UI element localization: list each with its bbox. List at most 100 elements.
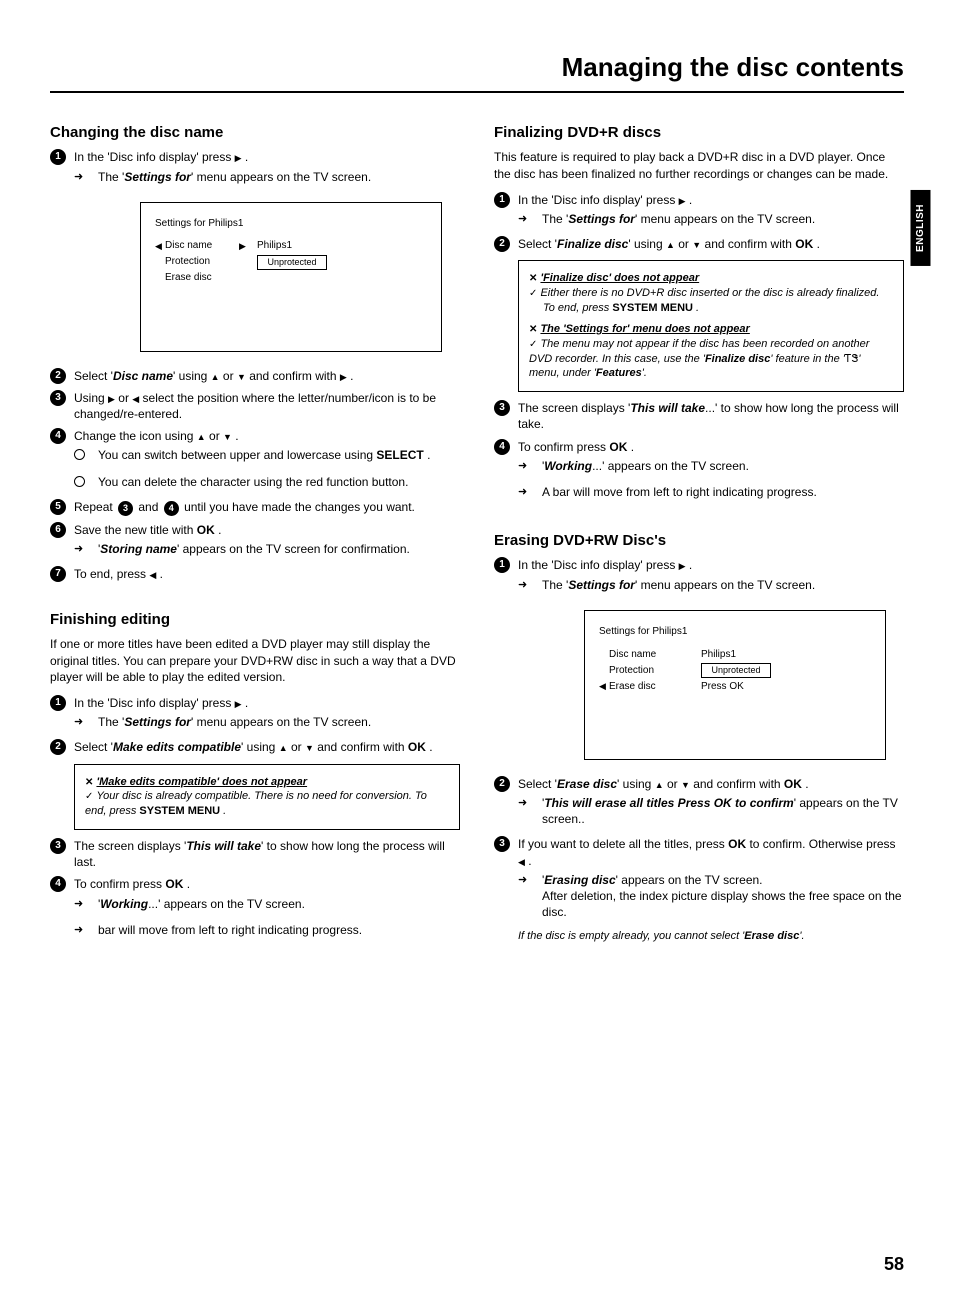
right-icon xyxy=(108,391,115,405)
right-icon xyxy=(679,193,686,207)
intro-text: This feature is required to play back a … xyxy=(494,149,904,181)
step-number-icon: 2 xyxy=(494,776,510,792)
x-icon xyxy=(529,272,537,284)
panel-key: Disc name xyxy=(165,239,239,253)
up-icon xyxy=(655,777,664,791)
text: 'Working...' appears on the TV screen. xyxy=(542,458,749,474)
panel-value: Philips1 xyxy=(257,239,292,253)
step-number-icon: 4 xyxy=(50,428,66,444)
left-column: Changing the disc name 1 In the 'Disc in… xyxy=(50,123,460,972)
step-1: 1 In the 'Disc info display' press . The… xyxy=(50,695,460,733)
play-right-icon xyxy=(239,240,257,253)
step-ref-4-icon: 4 xyxy=(164,501,179,516)
text: If you want to delete all the titles, pr… xyxy=(518,836,904,868)
text: To end, press . xyxy=(74,566,460,582)
step-7: 7 To end, press . xyxy=(50,566,460,582)
result-arrow-icon xyxy=(74,896,90,911)
section-finish-edit: Finishing editing If one or more titles … xyxy=(50,610,460,941)
note-box: 'Make edits compatible' does not appear … xyxy=(74,764,460,831)
step-6: 6 Save the new title with OK . 'Storing … xyxy=(50,522,460,560)
panel-value: Philips1 xyxy=(701,648,736,662)
down-icon xyxy=(223,429,232,443)
step-1: 1 In the 'Disc info display' press . The… xyxy=(494,557,904,595)
step-number-icon: 3 xyxy=(494,836,510,852)
text: Change the icon using or . xyxy=(74,428,460,444)
text: To confirm press OK . xyxy=(518,439,904,455)
panel-value: Unprotected xyxy=(701,663,771,678)
text: A bar will move from left to right indic… xyxy=(542,484,817,500)
down-icon xyxy=(305,740,314,754)
note-text: If the disc is empty already, you cannot… xyxy=(518,929,904,944)
section-change-name: Changing the disc name 1 In the 'Disc in… xyxy=(50,123,460,582)
step-ref-3-icon: 3 xyxy=(118,501,133,516)
check-icon xyxy=(85,790,93,802)
step-3: 3 The screen displays 'This will take...… xyxy=(494,400,904,432)
text: In the 'Disc info display' press xyxy=(518,558,679,572)
text: You can delete the character using the r… xyxy=(98,474,408,490)
x-icon xyxy=(85,776,93,788)
bullet-icon xyxy=(74,474,90,490)
up-icon xyxy=(197,429,206,443)
step-4: 4 Change the icon using or . You can swi… xyxy=(50,428,460,493)
settings-panel: Settings for Philips1 Disc name Philips1… xyxy=(140,202,442,352)
result-arrow-icon xyxy=(518,484,534,499)
heading: Changing the disc name xyxy=(50,123,460,143)
text: Select 'Disc name' using or and confirm … xyxy=(74,368,460,384)
section-erase: Erasing DVD+RW Disc's 1 In the 'Disc inf… xyxy=(494,531,904,944)
step-number-icon: 6 xyxy=(50,522,66,538)
right-column: Finalizing DVD+R discs This feature is r… xyxy=(494,123,904,972)
step-number-icon: 4 xyxy=(494,439,510,455)
result-arrow-icon xyxy=(518,211,534,226)
down-icon xyxy=(692,237,701,251)
result-arrow-icon xyxy=(74,714,90,729)
up-icon xyxy=(279,740,288,754)
tool-icon: ᎢᏕ xyxy=(845,353,859,365)
step-2: 2 Select 'Erase disc' using or and confi… xyxy=(494,776,904,831)
step-number-icon: 4 xyxy=(50,876,66,892)
step-2: 2 Select 'Make edits compatible' using o… xyxy=(50,739,460,755)
result-arrow-icon xyxy=(74,922,90,937)
step-4: 4 To confirm press OK . 'Working...' app… xyxy=(50,876,460,941)
right-icon xyxy=(679,558,686,572)
panel-key: Erase disc xyxy=(165,271,239,285)
right-icon xyxy=(340,369,347,383)
step-1: 1 In the 'Disc info display' press . The… xyxy=(50,149,460,187)
note-box: 'Finalize disc' does not appear Either t… xyxy=(518,260,904,392)
heading: Finishing editing xyxy=(50,610,460,630)
heading: Finalizing DVD+R discs xyxy=(494,123,904,143)
step-3: 3 Using or select the position where the… xyxy=(50,390,460,422)
text: Select 'Erase disc' using or and confirm… xyxy=(518,776,904,792)
text: Select 'Finalize disc' using or and conf… xyxy=(518,236,904,252)
page-title: Managing the disc contents xyxy=(50,50,904,85)
text: In the 'Disc info display' press xyxy=(518,193,679,207)
text: The 'Settings for' menu appears on the T… xyxy=(98,714,371,730)
result-arrow-icon xyxy=(518,458,534,473)
step-number-icon: 1 xyxy=(494,557,510,573)
result-arrow-icon xyxy=(74,169,90,184)
text: Select 'Make edits compatible' using or … xyxy=(74,739,460,755)
result-arrow-icon xyxy=(518,795,534,810)
up-icon xyxy=(211,369,220,383)
up-icon xyxy=(666,237,675,251)
left-icon xyxy=(149,567,156,581)
check-icon xyxy=(529,287,537,299)
step-2: 2 Select 'Finalize disc' using or and co… xyxy=(494,236,904,252)
note-end: To end, press xyxy=(543,302,612,314)
step-number-icon: 5 xyxy=(50,499,66,515)
indicator-left-icon xyxy=(155,240,165,253)
panel-value: Press OK xyxy=(701,680,744,694)
right-icon xyxy=(235,696,242,710)
indicator-left-icon xyxy=(599,680,609,693)
step-number-icon: 7 xyxy=(50,566,66,582)
bullet-icon xyxy=(74,447,90,463)
check-icon xyxy=(529,338,537,350)
text: You can switch between upper and lowerca… xyxy=(98,447,430,463)
page-number: 58 xyxy=(884,1252,904,1276)
panel-key: Erase disc xyxy=(609,680,683,694)
note-header: 'Finalize disc' does not appear xyxy=(540,272,699,284)
text: bar will move from left to right indicat… xyxy=(98,922,362,938)
intro-text: If one or more titles have been edited a… xyxy=(50,636,460,685)
heading: Erasing DVD+RW Disc's xyxy=(494,531,904,551)
step-number-icon: 2 xyxy=(494,236,510,252)
text: Using or select the position where the l… xyxy=(74,390,460,422)
